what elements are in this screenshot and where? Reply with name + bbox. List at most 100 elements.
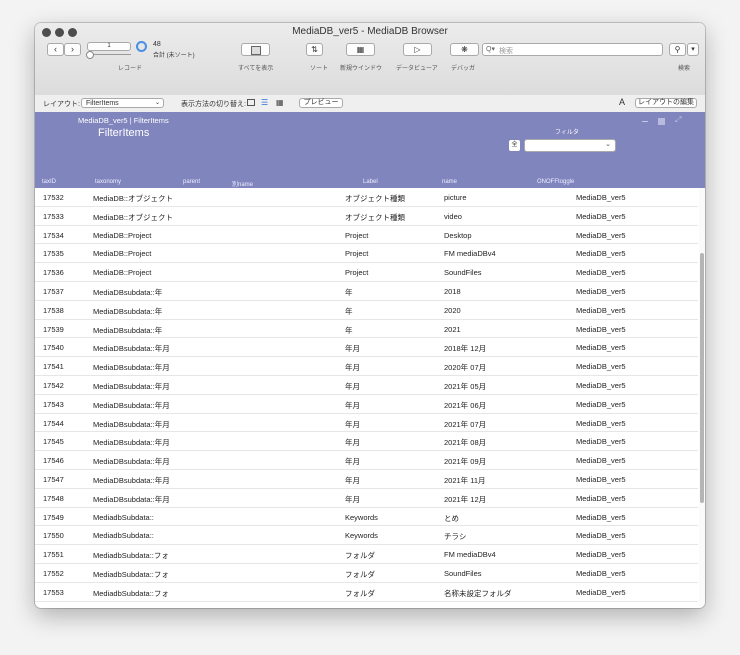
table-row[interactable]: 17538 MediaDBsubdata::年 年 2020 MediaDB_ver5 (35, 301, 698, 320)
layout-selector[interactable]: FilterItems ⌄ (81, 98, 164, 108)
table-row[interactable]: 17551 MediadbSubdata::フォ フォルダ FM mediaDBv4 M… (35, 545, 698, 564)
column-header-taxid[interactable]: taxID (42, 179, 56, 185)
table-view-icon[interactable]: ▦ (276, 98, 284, 107)
chevron-down-icon: ⌄ (154, 100, 160, 106)
cell-taxonomy: MediaDBsubdata::年月 (93, 475, 170, 485)
debugger-button[interactable]: ❋ (450, 43, 479, 56)
preview-button[interactable]: プレビュー (299, 98, 343, 108)
column-header-altname[interactable]: 別name (232, 179, 253, 188)
edit-layout-button[interactable]: レイアウトの編集 (635, 98, 697, 108)
cell-taxid: 17544 (43, 418, 64, 428)
cell-db: MediaDB_ver5 (576, 305, 626, 315)
show-all-filter-button[interactable]: 全 (509, 140, 520, 151)
cell-taxid: 17553 (43, 587, 64, 597)
cell-taxonomy: MediaDBsubdata::年月 (93, 363, 170, 373)
table-row[interactable]: 17534 MediaDB::Project Project Desktop Media… (35, 226, 698, 245)
cell-db: MediaDB_ver5 (576, 607, 626, 608)
cell-label: 年月 (345, 344, 360, 354)
new-window-label: 新規ウインドウ (340, 66, 383, 72)
new-window-icon: ▦ (356, 45, 365, 54)
table-row[interactable]: 17548 MediaDBsubdata::年月 年月 2021年 12月 MediaD… (35, 489, 698, 508)
table-row[interactable]: 17550 MediadbSubdata:: Keywords チラシ MediaDB_… (35, 526, 698, 546)
cell-db: MediaDB_ver5 (576, 343, 626, 353)
column-header-parent[interactable]: parent (183, 179, 200, 185)
table-row[interactable]: 17549 MediadbSubdata:: Keywords とめ MediaDB_v… (35, 508, 698, 527)
cell-name: 2021年 07月 (444, 419, 487, 429)
cell-taxonomy: MediaDBsubdata::年月 (93, 381, 170, 391)
cell-db: MediaDB_ver5 (576, 531, 626, 541)
previous-record-button[interactable]: ‹ (47, 43, 64, 56)
expand-icon[interactable]: ⤢ (675, 115, 681, 125)
chevron-right-icon: › (71, 44, 74, 54)
filter-dropdown[interactable]: ⌄ (524, 139, 616, 152)
table-row[interactable]: 17532 MediaDB::オブジェクト オブジェクト種類 picture Media… (35, 188, 698, 207)
table-row[interactable]: 17540 MediaDBsubdata::年月 年月 2018年 12月 MediaD… (35, 338, 698, 358)
show-all-label: すべてを表示 (238, 66, 274, 72)
minimize-panel-icon[interactable] (642, 121, 648, 122)
cell-taxid: 17536 (43, 268, 64, 278)
table-row[interactable]: 17539 MediaDBsubdata::年 年 2021 MediaDB_ver5 (35, 320, 698, 339)
cell-name: 2021年 09月 (444, 457, 487, 467)
table-row[interactable]: 17536 MediaDB::Project Project SoundFiles Me… (35, 263, 698, 282)
search-button[interactable]: ⚲ (669, 43, 686, 56)
table-row[interactable]: 17544 MediaDBsubdata::年月 年月 2021年 07月 MediaD… (35, 414, 698, 433)
show-all-icon (250, 46, 261, 55)
cell-taxid: 17541 (43, 362, 64, 372)
cell-label: 年月 (345, 475, 360, 485)
search-options-button[interactable]: ▾ (687, 43, 699, 56)
table-row[interactable]: 17547 MediaDBsubdata::年月 年月 2021年 11月 MediaD… (35, 470, 698, 489)
cell-taxonomy: MediaDBsubdata::年月 (93, 344, 170, 354)
cell-taxid: 17539 (43, 324, 64, 334)
table-row[interactable]: 17552 MediadbSubdata::フォ フォルダ SoundFiles Med… (35, 564, 698, 583)
cell-label: 年 (345, 325, 353, 335)
cell-taxid: 17534 (43, 230, 64, 240)
column-header-name[interactable]: name (442, 179, 457, 185)
cell-label: 年 (345, 287, 353, 297)
table-row[interactable]: 17541 MediaDBsubdata::年月 年月 2020年 07月 MediaD… (35, 357, 698, 376)
column-header-toggle[interactable]: ONOFFtoggle (537, 179, 574, 185)
cell-name: 2021年 08月 (444, 438, 487, 448)
chevron-down-icon: ▾ (691, 46, 695, 53)
debugger-label: デバッガ (451, 66, 476, 72)
form-view-icon[interactable] (247, 99, 255, 106)
search-field[interactable]: Q▾ 検索 (482, 43, 663, 56)
table-row[interactable]: 17537 MediaDBsubdata::年 年 2018 MediaDB_ver5 (35, 282, 698, 301)
cell-name: picture (444, 193, 467, 202)
table-row[interactable]: 17543 MediaDBsubdata::年月 年月 2021年 06月 MediaD… (35, 395, 698, 414)
cell-name: チラシ (444, 532, 467, 542)
layout-bar: レイアウト: FilterItems ⌄ 表示方法の切り替え: ☰ ▦ プレビュ… (35, 95, 705, 113)
table-row[interactable]: 17546 MediaDBsubdata::年月 年月 2021年 09月 MediaD… (35, 451, 698, 470)
font-size-icon[interactable]: A (619, 97, 625, 107)
record-total: 48 (153, 41, 161, 48)
cell-taxonomy: MediadbSubdata::フォ (93, 588, 169, 598)
cell-label: オブジェクト種類 (345, 194, 405, 203)
table-row[interactable]: 17545 MediaDBsubdata::年月 年月 2021年 08月 MediaD… (35, 432, 698, 452)
cell-db: MediaDB_ver5 (576, 193, 626, 202)
record-slider-handle[interactable] (86, 51, 94, 59)
cell-taxid: 17549 (43, 512, 64, 522)
cell-db: MediaDB_ver5 (576, 362, 626, 372)
table-row[interactable]: 17554 MediadbSubdata::読み 読み込みセッション 2021/12/… (35, 602, 698, 608)
table-row[interactable]: 17542 MediaDBsubdata::年月 年月 2021年 05月 MediaD… (35, 376, 698, 395)
show-all-button[interactable] (241, 43, 270, 56)
table-row[interactable]: 17533 MediaDB::オブジェクト オブジェクト種類 video MediaDB… (35, 207, 698, 226)
next-record-button[interactable]: › (64, 43, 81, 56)
column-header-taxonomy[interactable]: taxonomy (95, 179, 121, 185)
new-window-button[interactable]: ▦ (346, 43, 375, 56)
sort-button[interactable]: ⇅ (306, 43, 323, 56)
table-row[interactable]: 17535 MediaDB::Project Project FM mediaDBv4… (35, 244, 698, 264)
data-viewer-button[interactable]: ▷ (403, 43, 432, 56)
table-row[interactable]: 17553 MediadbSubdata::フォ フォルダ 名称未設定フォルダ Medi… (35, 583, 698, 602)
cell-label: 年月 (345, 438, 360, 448)
list-view-icon[interactable]: ☰ (261, 98, 268, 107)
record-number-input[interactable]: 1 (87, 42, 131, 51)
cell-db: MediaDB_ver5 (576, 474, 626, 484)
layout-label: レイアウト: (43, 101, 80, 108)
scrollbar-thumb[interactable] (700, 253, 704, 503)
cell-taxonomy: MediadbSubdata:: (93, 531, 154, 541)
layout-header: MediaDB_ver5 | FilterItems FilterItems フ… (35, 112, 705, 188)
column-header-label[interactable]: Label (363, 179, 378, 185)
cell-db: MediaDB_ver5 (576, 399, 626, 409)
panel-square-icon[interactable] (658, 118, 665, 125)
cell-label: Project (345, 230, 369, 240)
